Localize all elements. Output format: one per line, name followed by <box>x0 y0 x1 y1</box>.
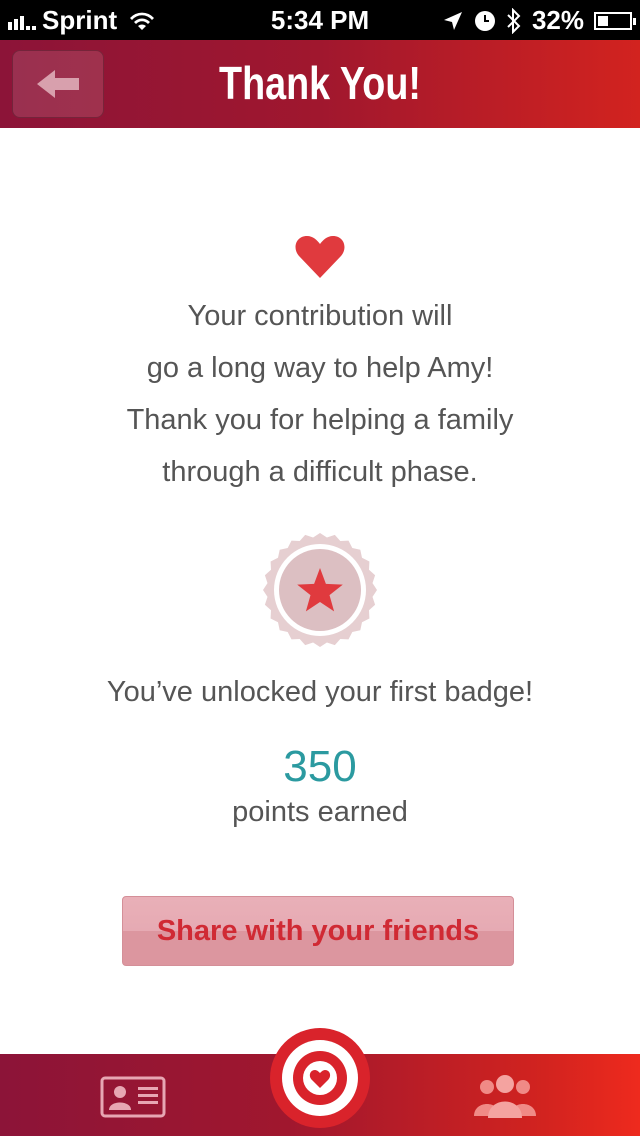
profile-card-icon[interactable] <box>100 1076 166 1118</box>
status-right: 32% <box>442 5 636 36</box>
message-line: through a difficult phase. <box>162 456 478 488</box>
star-badge-icon <box>263 533 377 647</box>
status-bar: Sprint 5:34 PM 32% <box>0 0 640 40</box>
main-content: Your contribution will go a long way to … <box>0 128 640 1054</box>
battery-icon <box>594 11 636 30</box>
tab-bar <box>0 1028 640 1136</box>
message-line: Thank you for helping a family <box>126 404 514 436</box>
clock-icon <box>474 10 495 31</box>
battery-percent: 32% <box>531 5 584 35</box>
target-heart-icon[interactable] <box>270 1028 370 1128</box>
heart-icon <box>295 236 345 278</box>
page-title: Thank You! <box>219 57 421 109</box>
community-icon[interactable] <box>470 1074 540 1118</box>
location-arrow-icon <box>443 11 462 30</box>
points-value: 350 <box>283 742 357 791</box>
bluetooth-icon <box>507 7 521 34</box>
points-label: points earned <box>232 796 408 828</box>
badge-unlocked-text: You’ve unlocked your first badge! <box>106 676 534 708</box>
message-line: go a long way to help Amy! <box>146 352 494 384</box>
share-button[interactable]: Share with your friends <box>122 896 514 966</box>
nav-bar: Thank You! <box>0 40 640 128</box>
thank-you-message: Your contribution will go a long way to … <box>0 290 640 498</box>
message-line: Your contribution will <box>187 300 453 332</box>
